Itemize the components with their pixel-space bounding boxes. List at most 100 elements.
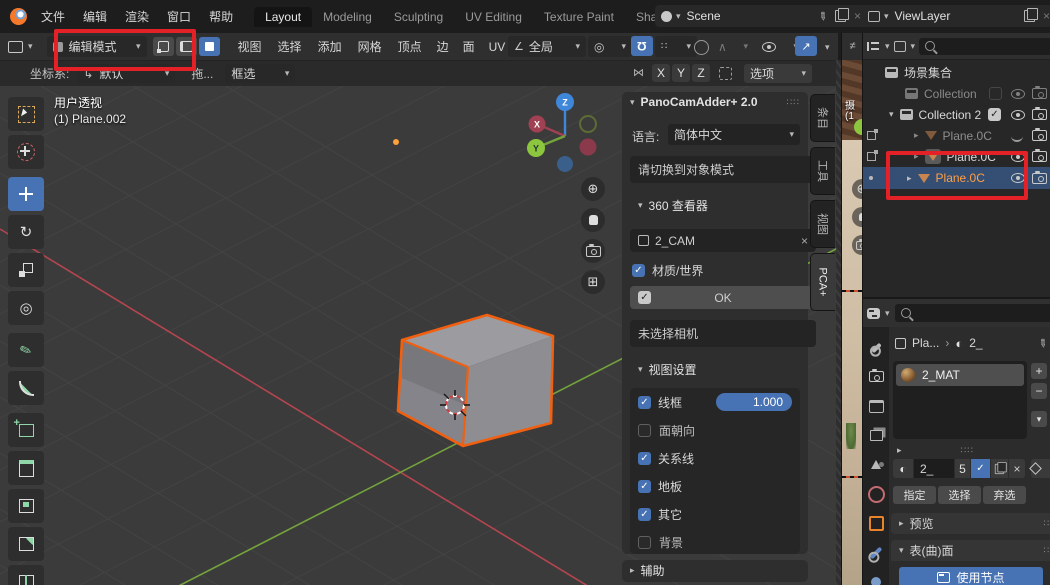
npanel-tab-view[interactable]: 视图 bbox=[810, 200, 835, 248]
pivot-dropdown[interactable]: ◎ ▾ bbox=[588, 36, 632, 57]
close-icon[interactable]: × bbox=[801, 234, 808, 248]
outliner-display-mode-button[interactable]: ▾ bbox=[894, 41, 916, 52]
preview-header[interactable]: ≠ bbox=[842, 33, 863, 60]
outliner-filter-button[interactable]: ▾ bbox=[867, 41, 890, 52]
editor-type-button[interactable]: ▾ bbox=[8, 41, 33, 53]
surface-panel-header[interactable]: ▾ 表(曲)面 ∷∷ bbox=[891, 540, 1050, 561]
pin-icon[interactable]: ✎ bbox=[1035, 335, 1050, 351]
rotate-tool[interactable]: ↻ bbox=[8, 215, 44, 249]
add-cube-tool[interactable]: + bbox=[8, 413, 44, 447]
camera-object-field[interactable]: 2_CAM × bbox=[630, 229, 816, 252]
relationship-lines-row[interactable]: ✓ 关系线 bbox=[630, 444, 800, 472]
select-button[interactable]: 选择 bbox=[938, 486, 981, 504]
wireframe-slider[interactable]: 1.000 bbox=[716, 393, 792, 411]
camera-icon[interactable] bbox=[1032, 88, 1047, 99]
deselect-button[interactable]: 弃选 bbox=[983, 486, 1026, 504]
properties-search-input[interactable] bbox=[895, 304, 1050, 322]
eye-closed-icon[interactable] bbox=[1011, 133, 1023, 142]
copy-material-button[interactable] bbox=[991, 459, 1008, 478]
use-nodes-button[interactable]: 使用节点 bbox=[899, 567, 1043, 585]
new-scene-copy-icon[interactable] bbox=[835, 10, 846, 22]
expand-icon[interactable]: ▾ bbox=[889, 109, 894, 120]
remove-slot-button[interactable]: − bbox=[1031, 383, 1047, 399]
checkbox-unchecked-icon[interactable] bbox=[638, 424, 651, 437]
npanel-tab-tool[interactable]: 工具 bbox=[810, 147, 835, 195]
checkbox-unchecked-icon[interactable] bbox=[638, 536, 651, 549]
wireframe-row[interactable]: ✓ 线框 1.000 bbox=[630, 388, 800, 416]
others-row[interactable]: ✓ 其它 bbox=[630, 500, 800, 528]
mirror-y-button[interactable]: Y bbox=[672, 64, 690, 82]
zoom-button[interactable]: ⊕ bbox=[581, 177, 605, 201]
drag-handle[interactable]: ∷∷ bbox=[961, 445, 974, 456]
view-settings-header[interactable]: ▾ 视图设置 bbox=[630, 359, 705, 379]
move-tool[interactable] bbox=[8, 177, 44, 211]
outliner-row-collection[interactable]: Collection bbox=[863, 83, 1050, 104]
viewer-section-header[interactable]: ▾ 360 查看器 bbox=[630, 195, 716, 215]
tab-object[interactable] bbox=[863, 511, 889, 536]
mirror-x-button[interactable]: X bbox=[652, 64, 670, 82]
menu-add[interactable]: 添加 bbox=[310, 38, 350, 55]
language-dropdown[interactable]: 简体中文 ▾ bbox=[668, 124, 800, 145]
preview-panel-header[interactable]: ▸ 预览 ∷∷ bbox=[891, 513, 1050, 534]
menu-mesh[interactable]: 网格 bbox=[350, 38, 390, 55]
slot-specials-button[interactable]: ▾ bbox=[1031, 411, 1047, 427]
menu-render[interactable]: 渲染 bbox=[116, 8, 158, 25]
properties-editor-type-button[interactable]: ▾ bbox=[867, 308, 890, 319]
proportional-editing-icon[interactable] bbox=[694, 40, 709, 55]
tab-layout[interactable]: Layout bbox=[254, 7, 312, 27]
aux-panel[interactable]: ▸ 辅助 bbox=[622, 560, 808, 582]
material-name-field[interactable]: 2_ bbox=[914, 459, 954, 478]
panel-header[interactable]: ▾ PanoCamAdder+ 2.0 ∷∷ bbox=[622, 92, 808, 112]
face-orientation-row[interactable]: 面朝向 bbox=[630, 416, 800, 444]
camera-icon[interactable] bbox=[1032, 109, 1047, 120]
outliner-row-scene-collection[interactable]: 场景集合 bbox=[863, 62, 1050, 83]
snap-with-dropdown[interactable]: ∷ ▾ bbox=[655, 36, 697, 57]
tab-scene[interactable] bbox=[863, 452, 889, 477]
checkbox-checked-icon[interactable]: ✓ bbox=[638, 452, 651, 465]
scene-selector[interactable]: ▾ Scene ✎ × bbox=[655, 5, 867, 27]
eye-icon[interactable] bbox=[1011, 89, 1025, 99]
menu-window[interactable]: 窗口 bbox=[158, 8, 200, 25]
bevel-tool[interactable] bbox=[8, 527, 44, 561]
floor-row[interactable]: ✓ 地板 bbox=[630, 472, 800, 500]
transform-tool[interactable]: ◎ bbox=[8, 291, 44, 325]
menu-help[interactable]: 帮助 bbox=[200, 8, 242, 25]
new-viewlayer-copy-icon[interactable] bbox=[1024, 10, 1035, 22]
orientation-dropdown[interactable]: ∠ 全局 ▾ bbox=[508, 36, 586, 57]
drag-handle[interactable]: ∷∷ bbox=[1044, 518, 1050, 529]
checkbox-checked-icon[interactable]: ✓ bbox=[638, 508, 651, 521]
tab-view-layer[interactable] bbox=[863, 423, 889, 448]
unlink-material-button[interactable]: × bbox=[1009, 459, 1025, 478]
select-box-tool[interactable] bbox=[8, 97, 44, 131]
tab-world[interactable] bbox=[863, 482, 889, 507]
assign-button[interactable]: 指定 bbox=[893, 486, 936, 504]
snap-target-icon[interactable] bbox=[719, 67, 732, 80]
expand-icon[interactable]: ▸ bbox=[914, 130, 919, 141]
box-select-dropdown[interactable]: 框选 ▾ bbox=[225, 64, 295, 83]
browse-material-button[interactable]: ◐ bbox=[893, 459, 913, 478]
camera-preview-viewport[interactable]: ≠ 摄 (1 ⊕ bbox=[841, 33, 863, 585]
checkbox-checked-icon[interactable]: ✓ bbox=[638, 396, 651, 409]
add-slot-button[interactable]: + bbox=[1031, 363, 1047, 379]
mirror-z-button[interactable]: Z bbox=[692, 64, 710, 82]
face-select-button[interactable] bbox=[199, 37, 220, 56]
breadcrumb-object[interactable]: Pla... bbox=[912, 336, 939, 350]
tab-uv-editing[interactable]: UV Editing bbox=[454, 7, 533, 27]
options-dropdown[interactable]: 选项 ▾ bbox=[744, 64, 812, 83]
close-icon[interactable]: × bbox=[1043, 9, 1050, 23]
material-world-row[interactable]: ✓ 材质/世界 bbox=[632, 262, 703, 279]
menu-select[interactable]: 选择 bbox=[270, 38, 310, 55]
outliner-search-input[interactable] bbox=[919, 38, 1050, 55]
cursor-tool[interactable] bbox=[8, 135, 44, 169]
tab-texture-paint[interactable]: Texture Paint bbox=[533, 7, 625, 27]
falloff-dropdown[interactable]: ∧ ▾ bbox=[712, 36, 754, 57]
extrude-region-tool[interactable] bbox=[8, 451, 44, 485]
menu-vertex[interactable]: 顶点 bbox=[390, 38, 430, 55]
menu-edge[interactable]: 边 bbox=[430, 38, 456, 55]
blender-logo-icon[interactable] bbox=[10, 8, 27, 25]
drag-handle[interactable]: ∷∷ bbox=[787, 97, 800, 108]
checkbox-checked-icon[interactable]: ✓ bbox=[638, 480, 651, 493]
drag-handle[interactable]: ∷∷ bbox=[1044, 545, 1050, 556]
npanel-tab-item[interactable]: 条目 bbox=[810, 94, 835, 142]
tab-output[interactable] bbox=[863, 394, 889, 419]
